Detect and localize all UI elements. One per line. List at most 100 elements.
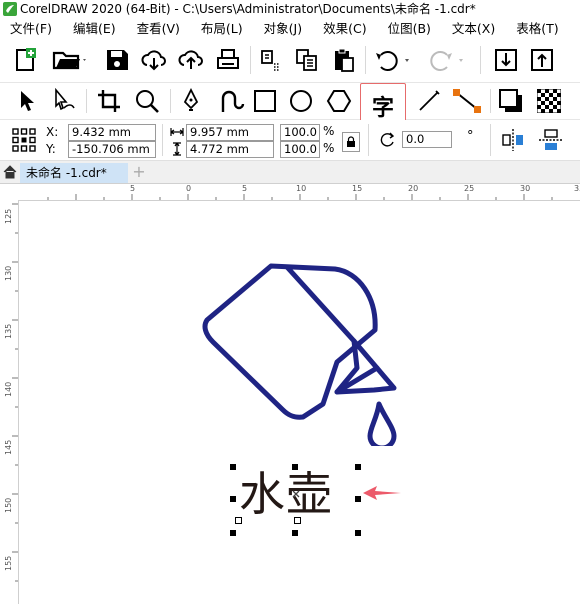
vruler-label: 130 bbox=[4, 265, 13, 281]
width-field[interactable]: 9.957 mm bbox=[186, 124, 274, 141]
menu-bitmaps[interactable]: 位图(B) bbox=[378, 18, 431, 37]
vruler-label: 145 bbox=[4, 439, 13, 455]
coreldraw-logo-icon bbox=[3, 1, 17, 16]
selection-handle-bottom-middle[interactable] bbox=[292, 530, 298, 536]
horizontal-ruler[interactable]: 5 0 5 10 15 20 25 30 35 bbox=[18, 184, 580, 201]
artistic-media-tool-icon[interactable] bbox=[214, 87, 248, 115]
y-label: Y: bbox=[46, 142, 56, 156]
toolbar-separator bbox=[250, 46, 251, 74]
center-marker-icon bbox=[292, 490, 300, 498]
scale-y-field[interactable]: 100.0 bbox=[280, 141, 320, 158]
import-icon[interactable] bbox=[492, 46, 520, 74]
menu-object[interactable]: 对象(J) bbox=[254, 18, 302, 37]
crop-tool-icon[interactable] bbox=[94, 87, 124, 115]
selection-handle-middle-right[interactable] bbox=[355, 496, 361, 502]
mirror-vertical-icon[interactable] bbox=[536, 126, 566, 154]
propbar-separator bbox=[368, 124, 369, 156]
document-tab[interactable]: 未命名 -1.cdr* bbox=[20, 163, 128, 183]
toolbar-separator bbox=[480, 46, 481, 74]
width-icon bbox=[170, 128, 184, 136]
watering-kettle-icon[interactable] bbox=[199, 246, 419, 446]
text-object[interactable]: 水壶 bbox=[239, 467, 333, 521]
transparency-tool-icon[interactable] bbox=[534, 87, 564, 115]
menu-file[interactable]: 文件(F) bbox=[0, 18, 52, 37]
selection-handle-bottom-left[interactable] bbox=[230, 530, 236, 536]
rotation-icon bbox=[380, 132, 395, 147]
scale-x-field[interactable]: 100.0 bbox=[280, 124, 320, 141]
undo-icon[interactable] bbox=[372, 46, 416, 74]
cut-icon[interactable] bbox=[256, 46, 286, 74]
menu-view[interactable]: 查看(V) bbox=[127, 18, 180, 37]
rotation-field[interactable]: 0.0 bbox=[402, 131, 452, 148]
percent-y-label: % bbox=[323, 141, 335, 155]
polygon-tool-icon[interactable] bbox=[324, 87, 354, 115]
menu-table[interactable]: 表格(T) bbox=[506, 18, 558, 37]
toolbox: 字 bbox=[0, 83, 580, 129]
menu-text[interactable]: 文本(X) bbox=[442, 18, 495, 37]
home-icon[interactable] bbox=[3, 165, 17, 179]
hruler-label: 20 bbox=[408, 184, 419, 193]
property-bar: X: Y: 9.432 mm -150.706 mm 9.957 mm 4.77… bbox=[0, 120, 580, 161]
selection-handle-top-middle[interactable] bbox=[292, 464, 298, 470]
print-icon[interactable] bbox=[213, 46, 243, 74]
export-icon[interactable] bbox=[528, 46, 556, 74]
menu-edit[interactable]: 编辑(E) bbox=[63, 18, 116, 37]
selection-handle-bottom-right[interactable] bbox=[355, 530, 361, 536]
reference-point-icon[interactable] bbox=[10, 126, 38, 154]
propbar-separator bbox=[490, 124, 491, 156]
x-position-field[interactable]: 9.432 mm bbox=[68, 124, 156, 141]
degree-label: ° bbox=[467, 129, 474, 144]
menu-bar: 文件(F) 编辑(E) 查看(V) 布局(L) 对象(J) 效果(C) 位图(B… bbox=[0, 17, 580, 39]
selection-handle-top-left[interactable] bbox=[230, 464, 236, 470]
toolbox-separator bbox=[170, 89, 171, 113]
toolbox-separator bbox=[86, 89, 87, 113]
x-label: X: bbox=[46, 125, 59, 139]
standard-toolbar bbox=[0, 38, 580, 83]
hruler-label: 10 bbox=[296, 184, 307, 193]
vertical-ruler[interactable]: 125 130 135 140 145 150 155 bbox=[0, 184, 19, 604]
pick-tool-icon[interactable] bbox=[12, 87, 40, 115]
height-icon bbox=[173, 142, 181, 156]
pen-tool-icon[interactable] bbox=[176, 87, 206, 115]
paste-icon[interactable] bbox=[328, 46, 358, 74]
cloud-upload-icon[interactable] bbox=[176, 46, 206, 74]
redo-icon[interactable] bbox=[424, 46, 468, 74]
drop-shadow-tool-icon[interactable] bbox=[496, 87, 526, 115]
text-node-handle[interactable] bbox=[235, 517, 242, 524]
propbar-separator bbox=[162, 124, 163, 156]
y-position-field[interactable]: -150.706 mm bbox=[68, 141, 156, 158]
vruler-label: 125 bbox=[4, 208, 13, 224]
title-bar: CorelDRAW 2020 (64-Bit) - C:\Users\Admin… bbox=[0, 0, 580, 17]
ellipse-tool-icon[interactable] bbox=[286, 87, 316, 115]
hruler-label: 5 bbox=[130, 184, 136, 193]
connector-tool-icon[interactable] bbox=[450, 87, 484, 115]
new-document-icon[interactable] bbox=[10, 46, 40, 74]
cloud-download-icon[interactable] bbox=[139, 46, 169, 74]
hruler-label: 0 bbox=[186, 184, 192, 193]
shape-tool-icon[interactable] bbox=[48, 87, 82, 115]
open-folder-icon[interactable] bbox=[50, 46, 90, 74]
mirror-horizontal-icon[interactable] bbox=[498, 126, 528, 154]
rectangle-tool-icon[interactable] bbox=[250, 87, 280, 115]
selection-handle-middle-left[interactable] bbox=[230, 496, 236, 502]
toolbox-separator bbox=[490, 89, 491, 113]
window-title: CorelDRAW 2020 (64-Bit) - C:\Users\Admin… bbox=[20, 2, 476, 16]
copy-icon[interactable] bbox=[292, 46, 322, 74]
zoom-tool-icon[interactable] bbox=[132, 87, 162, 115]
vruler-label: 135 bbox=[4, 323, 13, 339]
percent-x-label: % bbox=[323, 124, 335, 138]
selection-handle-top-right[interactable] bbox=[355, 464, 361, 470]
menu-effects[interactable]: 效果(C) bbox=[313, 18, 366, 37]
text-node-handle[interactable] bbox=[294, 517, 301, 524]
toolbar-separator bbox=[365, 46, 366, 74]
hruler-label: 5 bbox=[242, 184, 248, 193]
lock-ratio-icon[interactable] bbox=[342, 132, 360, 152]
vruler-label: 155 bbox=[4, 555, 13, 571]
menu-layout[interactable]: 布局(L) bbox=[191, 18, 243, 37]
hruler-label: 30 bbox=[520, 184, 531, 193]
save-icon[interactable] bbox=[102, 46, 132, 74]
add-tab-button[interactable]: + bbox=[130, 163, 148, 183]
dimension-tool-icon[interactable] bbox=[414, 87, 444, 115]
height-field[interactable]: 4.772 mm bbox=[186, 141, 274, 158]
drawing-canvas[interactable]: 水壶 bbox=[19, 201, 580, 604]
